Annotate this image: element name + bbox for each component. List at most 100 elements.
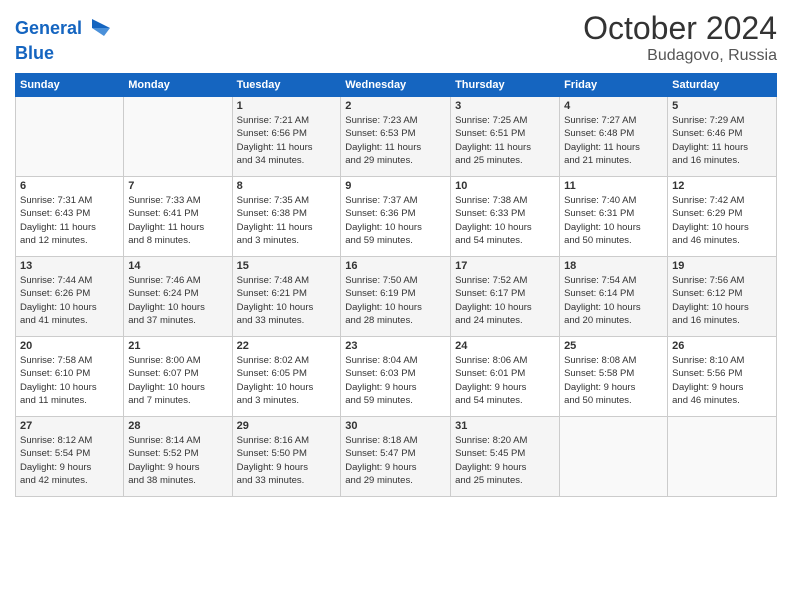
day-info: Sunrise: 7:54 AM Sunset: 6:14 PM Dayligh… <box>564 274 663 327</box>
table-row: 25Sunrise: 8:08 AM Sunset: 5:58 PM Dayli… <box>560 337 668 417</box>
table-row: 23Sunrise: 8:04 AM Sunset: 6:03 PM Dayli… <box>341 337 451 417</box>
day-info: Sunrise: 7:35 AM Sunset: 6:38 PM Dayligh… <box>237 194 337 247</box>
table-row: 8Sunrise: 7:35 AM Sunset: 6:38 PM Daylig… <box>232 177 341 257</box>
table-row: 29 Sunrise: 8:16 AM Sunset: 5:50 PM Dayli… <box>232 417 341 497</box>
col-monday: Monday <box>124 74 232 97</box>
day-number: 13 <box>20 260 119 272</box>
table-row: 31 Sunrise: 8:20 AM Sunset: 5:45 PM Dayli… <box>451 417 560 497</box>
table-row: 2 Sunrise: 7:23 AM Sunset: 6:53 PM Daylig… <box>341 97 451 177</box>
month-title: October 2024 <box>583 10 777 47</box>
day-number: 27 <box>20 420 119 432</box>
table-row: 11 Sunrise: 7:40 AM Sunset: 6:31 PM Dayli… <box>560 177 668 257</box>
table-row: 17 Sunrise: 7:52 AM Sunset: 6:17 PM Dayli… <box>451 257 560 337</box>
day-info: Sunrise: 7:50 AM Sunset: 6:19 PM Dayligh… <box>345 274 446 327</box>
day-number: 9 <box>345 180 446 192</box>
table-row: 7 Sunrise: 7:33 AM Sunset: 6:41 PM Daylig… <box>124 177 232 257</box>
day-info: Sunrise: 8:12 AM Sunset: 5:54 PM Dayligh… <box>20 434 119 487</box>
table-row: 12 Sunrise: 7:42 AM Sunset: 6:29 PM Dayli… <box>668 177 777 257</box>
table-row: 20 Sunrise: 7:58 AM Sunset: 6:10 PM Dayli… <box>16 337 124 417</box>
day-number: 6 <box>20 180 119 192</box>
day-number: 29 <box>237 420 337 432</box>
logo-icon <box>82 14 112 44</box>
logo: General Blue <box>15 14 112 62</box>
col-saturday: Saturday <box>668 74 777 97</box>
calendar-week-4: 27 Sunrise: 8:12 AM Sunset: 5:54 PM Dayli… <box>16 417 777 497</box>
page: General Blue October 2024 Budagovo, Russ… <box>0 0 792 612</box>
day-info: Sunrise: 8:20 AM Sunset: 5:45 PM Dayligh… <box>455 434 555 487</box>
table-row: 1Sunrise: 7:21 AM Sunset: 6:56 PM Daylig… <box>232 97 341 177</box>
col-tuesday: Tuesday <box>232 74 341 97</box>
col-sunday: Sunday <box>16 74 124 97</box>
day-number: 5 <box>672 100 772 112</box>
calendar-table: Sunday Monday Tuesday Wednesday Thursday… <box>15 73 777 497</box>
day-number: 20 <box>20 340 119 352</box>
day-number: 7 <box>128 180 227 192</box>
calendar-week-1: 6 Sunrise: 7:31 AM Sunset: 6:43 PM Daylig… <box>16 177 777 257</box>
day-info: Sunrise: 8:10 AM Sunset: 5:56 PM Dayligh… <box>672 354 772 407</box>
table-row: 9 Sunrise: 7:37 AM Sunset: 6:36 PM Daylig… <box>341 177 451 257</box>
calendar-week-0: 1Sunrise: 7:21 AM Sunset: 6:56 PM Daylig… <box>16 97 777 177</box>
day-info: Sunrise: 8:14 AM Sunset: 5:52 PM Dayligh… <box>128 434 227 487</box>
day-number: 10 <box>455 180 555 192</box>
table-row <box>668 417 777 497</box>
col-friday: Friday <box>560 74 668 97</box>
table-row <box>560 417 668 497</box>
day-info: Sunrise: 7:33 AM Sunset: 6:41 PM Dayligh… <box>128 194 227 247</box>
table-row: 28Sunrise: 8:14 AM Sunset: 5:52 PM Dayli… <box>124 417 232 497</box>
day-info: Sunrise: 8:18 AM Sunset: 5:47 PM Dayligh… <box>345 434 446 487</box>
day-info: Sunrise: 7:29 AM Sunset: 6:46 PM Dayligh… <box>672 114 772 167</box>
calendar-week-2: 13 Sunrise: 7:44 AM Sunset: 6:26 PM Dayli… <box>16 257 777 337</box>
day-number: 23 <box>345 340 446 352</box>
day-number: 17 <box>455 260 555 272</box>
day-number: 26 <box>672 340 772 352</box>
day-number: 31 <box>455 420 555 432</box>
day-info: Sunrise: 7:37 AM Sunset: 6:36 PM Dayligh… <box>345 194 446 247</box>
day-number: 19 <box>672 260 772 272</box>
table-row: 27 Sunrise: 8:12 AM Sunset: 5:54 PM Dayli… <box>16 417 124 497</box>
day-info: Sunrise: 7:23 AM Sunset: 6:53 PM Dayligh… <box>345 114 446 167</box>
table-row: 19 Sunrise: 7:56 AM Sunset: 6:12 PM Dayli… <box>668 257 777 337</box>
day-number: 1 <box>237 100 337 112</box>
day-info: Sunrise: 7:44 AM Sunset: 6:26 PM Dayligh… <box>20 274 119 327</box>
day-info: Sunrise: 7:58 AM Sunset: 6:10 PM Dayligh… <box>20 354 119 407</box>
day-info: Sunrise: 7:27 AM Sunset: 6:48 PM Dayligh… <box>564 114 663 167</box>
table-row: 13 Sunrise: 7:44 AM Sunset: 6:26 PM Dayli… <box>16 257 124 337</box>
day-info: Sunrise: 7:31 AM Sunset: 6:43 PM Dayligh… <box>20 194 119 247</box>
table-row: 24Sunrise: 8:06 AM Sunset: 6:01 PM Dayli… <box>451 337 560 417</box>
table-row: 10 Sunrise: 7:38 AM Sunset: 6:33 PM Dayli… <box>451 177 560 257</box>
table-row <box>16 97 124 177</box>
table-row: 4 Sunrise: 7:27 AM Sunset: 6:48 PM Daylig… <box>560 97 668 177</box>
day-number: 18 <box>564 260 663 272</box>
day-number: 11 <box>564 180 663 192</box>
calendar-week-3: 20 Sunrise: 7:58 AM Sunset: 6:10 PM Dayli… <box>16 337 777 417</box>
day-number: 15 <box>237 260 337 272</box>
table-row: 30Sunrise: 8:18 AM Sunset: 5:47 PM Dayli… <box>341 417 451 497</box>
day-info: Sunrise: 7:42 AM Sunset: 6:29 PM Dayligh… <box>672 194 772 247</box>
day-info: Sunrise: 8:08 AM Sunset: 5:58 PM Dayligh… <box>564 354 663 407</box>
day-number: 2 <box>345 100 446 112</box>
table-row: 18 Sunrise: 7:54 AM Sunset: 6:14 PM Dayli… <box>560 257 668 337</box>
day-info: Sunrise: 7:38 AM Sunset: 6:33 PM Dayligh… <box>455 194 555 247</box>
day-number: 12 <box>672 180 772 192</box>
day-info: Sunrise: 8:06 AM Sunset: 6:01 PM Dayligh… <box>455 354 555 407</box>
table-row: 5 Sunrise: 7:29 AM Sunset: 6:46 PM Daylig… <box>668 97 777 177</box>
table-row: 14Sunrise: 7:46 AM Sunset: 6:24 PM Dayli… <box>124 257 232 337</box>
day-info: Sunrise: 7:40 AM Sunset: 6:31 PM Dayligh… <box>564 194 663 247</box>
day-info: Sunrise: 7:52 AM Sunset: 6:17 PM Dayligh… <box>455 274 555 327</box>
table-row: 26 Sunrise: 8:10 AM Sunset: 5:56 PM Dayli… <box>668 337 777 417</box>
title-block: October 2024 Budagovo, Russia <box>583 10 777 65</box>
day-info: Sunrise: 8:16 AM Sunset: 5:50 PM Dayligh… <box>237 434 337 487</box>
table-row: 21Sunrise: 8:00 AM Sunset: 6:07 PM Dayli… <box>124 337 232 417</box>
day-info: Sunrise: 8:00 AM Sunset: 6:07 PM Dayligh… <box>128 354 227 407</box>
day-number: 14 <box>128 260 227 272</box>
table-row <box>124 97 232 177</box>
table-row: 16Sunrise: 7:50 AM Sunset: 6:19 PM Dayli… <box>341 257 451 337</box>
col-thursday: Thursday <box>451 74 560 97</box>
col-wednesday: Wednesday <box>341 74 451 97</box>
location: Budagovo, Russia <box>583 47 777 65</box>
day-number: 4 <box>564 100 663 112</box>
logo-text: General <box>15 19 82 39</box>
day-info: Sunrise: 7:25 AM Sunset: 6:51 PM Dayligh… <box>455 114 555 167</box>
table-row: 6 Sunrise: 7:31 AM Sunset: 6:43 PM Daylig… <box>16 177 124 257</box>
day-info: Sunrise: 7:56 AM Sunset: 6:12 PM Dayligh… <box>672 274 772 327</box>
